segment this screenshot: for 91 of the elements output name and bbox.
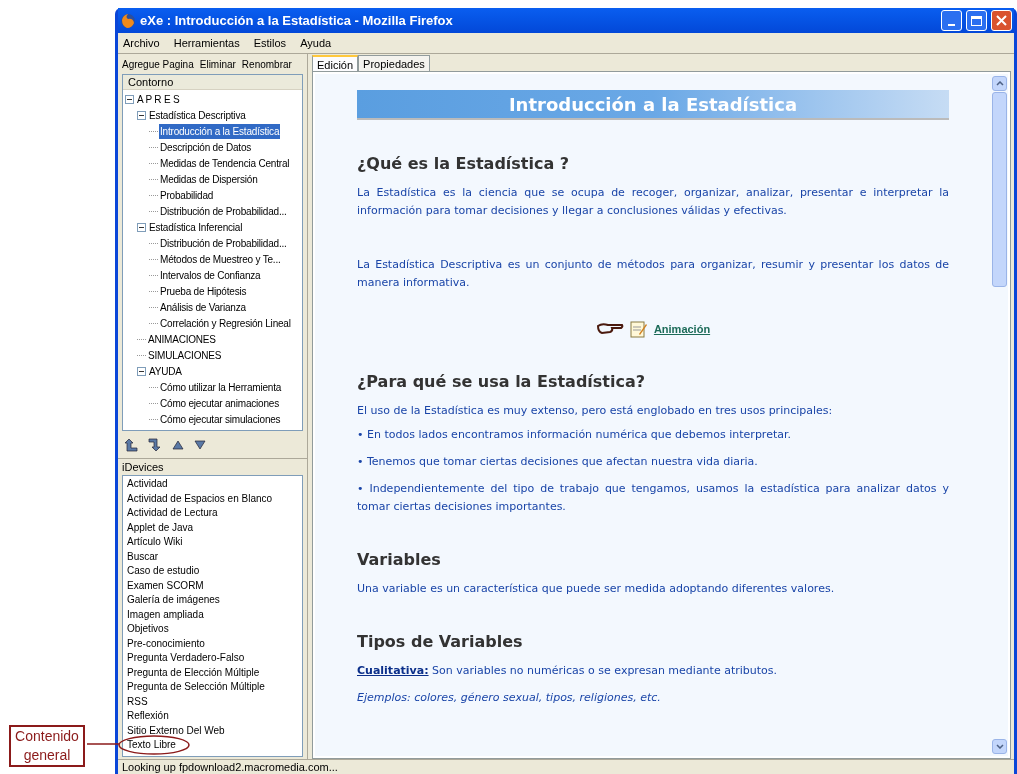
collapse-icon[interactable] bbox=[125, 94, 134, 104]
bullet-item: • En todos lados encontramos información numérica que debemos interpretar. bbox=[357, 427, 792, 443]
leader-line bbox=[86, 743, 120, 745]
tab[interactable]: Edición bbox=[312, 55, 359, 71]
scroll-thumb[interactable] bbox=[992, 92, 1007, 287]
toolbar-button[interactable]: Eliminar bbox=[199, 56, 236, 72]
list-item[interactable]: Objetivos bbox=[127, 622, 298, 637]
list-item[interactable]: Actividad de Lectura bbox=[127, 506, 298, 521]
tree-item[interactable]: Análisis de Varianza bbox=[159, 299, 247, 315]
tree-item[interactable]: Cómo utilizar la Herramienta bbox=[159, 379, 283, 395]
list-item[interactable]: Actividad bbox=[127, 477, 298, 492]
bullet-item: • Independientemente del tipo de trabajo que tengamos, usamos la estadística para analizar datos y tomar ciertas decisiones importantes. bbox=[357, 481, 949, 515]
callout-label: Contenido general bbox=[9, 725, 85, 767]
window-title: eXe : Introducción a la Estadística - Mozilla Firefox bbox=[140, 11, 453, 30]
tree-item[interactable]: ANIMACIONES bbox=[147, 331, 217, 347]
list-item[interactable]: Buscar bbox=[127, 549, 298, 564]
menu-item[interactable]: Herramientas bbox=[173, 34, 240, 52]
tree-item[interactable]: Medidas de Tendencia Central bbox=[159, 155, 291, 171]
tree-item[interactable]: SIMULACIONES bbox=[147, 347, 223, 363]
toolbar-button[interactable]: Renombrar bbox=[241, 56, 292, 72]
highlight-ellipse bbox=[118, 735, 190, 755]
close-icon bbox=[996, 15, 1007, 26]
list-item[interactable]: Pregunta de Selección Múltiple bbox=[127, 680, 298, 695]
tree-item[interactable]: Descripción de Datos bbox=[159, 139, 253, 155]
tree-item[interactable]: Prueba de Hipótesis bbox=[159, 283, 248, 299]
toolbar-button[interactable]: Agregue Pagina bbox=[122, 56, 194, 72]
section-heading: ¿Qué es la Estadística ? bbox=[357, 153, 571, 175]
tree-item[interactable]: Distribución de Probabilidad... bbox=[159, 235, 288, 251]
column-header: Contorno bbox=[123, 75, 302, 90]
section-heading: ¿Para qué se usa la Estadística? bbox=[357, 371, 647, 393]
collapse-icon[interactable] bbox=[137, 110, 146, 120]
list-item[interactable]: Imagen ampliada bbox=[127, 607, 298, 622]
tree-item[interactable]: Introducción a la Estadística bbox=[159, 123, 281, 139]
collapse-icon[interactable] bbox=[137, 366, 146, 376]
list-item[interactable]: Galería de imágenes bbox=[127, 593, 298, 608]
list-item[interactable]: Pre-conocimiento bbox=[127, 636, 298, 651]
paragraph: El uso de la Estadística es muy extenso, pero está englobado en tres usos principales: bbox=[357, 403, 834, 419]
scrollbar[interactable] bbox=[991, 74, 1008, 756]
example-text: Ejemplos: colores, género sexual, tipos, religiones, etc. bbox=[357, 690, 662, 706]
tree-item[interactable]: A P R E S bbox=[136, 91, 181, 107]
paragraph: Una variable es un característica que puede ser medida adoptando diferentes valores. bbox=[357, 581, 836, 597]
section-heading: Variables bbox=[357, 549, 442, 571]
bullet-item: • Tenemos que tomar ciertas decisiones que afectan nuestra vida diaria. bbox=[357, 454, 759, 470]
list-item[interactable]: Pregunta Verdadero-Falso bbox=[127, 651, 298, 666]
tree-item[interactable]: Probabilidad bbox=[159, 187, 215, 203]
tree-item[interactable]: Cómo ejecutar simulaciones bbox=[159, 411, 282, 427]
demote-arrow-icon[interactable] bbox=[148, 437, 162, 452]
status-bar: Looking up fpdownload2.macromedia.com... bbox=[118, 759, 1014, 774]
menu-item[interactable]: Archivo bbox=[123, 34, 160, 52]
menu-item[interactable]: Ayuda bbox=[300, 34, 332, 52]
tree-item[interactable]: Intervalos de Confianza bbox=[159, 267, 262, 283]
list-item[interactable]: Pregunta de Elección Múltiple bbox=[127, 665, 298, 680]
list-item[interactable]: Examen SCORM bbox=[127, 578, 298, 593]
collapse-icon[interactable] bbox=[137, 222, 146, 232]
list-item[interactable]: Reflexión bbox=[127, 709, 298, 724]
tree-item[interactable]: Distribución de Probabilidad... bbox=[159, 203, 288, 219]
close-button[interactable] bbox=[991, 10, 1012, 31]
list-item[interactable]: Sitio Externo Del Web bbox=[127, 723, 298, 738]
tree-item[interactable]: Estadística Inferencial bbox=[148, 219, 244, 235]
scroll-down-icon[interactable] bbox=[995, 744, 1004, 749]
definition-text: Cualitativa: Son variables no numéricas o se expresan mediante atributos. bbox=[357, 663, 779, 679]
list-item[interactable]: RSS bbox=[127, 694, 298, 709]
firefox-icon bbox=[120, 12, 136, 29]
list-item[interactable]: Caso de estudio bbox=[127, 564, 298, 579]
section-label: iDevices bbox=[121, 460, 165, 475]
maximize-button[interactable] bbox=[966, 10, 987, 31]
list-item[interactable]: Artículo Wiki bbox=[127, 535, 298, 550]
list-item[interactable]: Applet de Java bbox=[127, 520, 298, 535]
section-heading: Tipos de Variables bbox=[357, 631, 524, 653]
animation-link[interactable]: Animación bbox=[653, 320, 711, 338]
notepad-icon bbox=[629, 320, 648, 338]
pointing-hand-icon bbox=[595, 322, 624, 336]
list-item[interactable]: Texto Libre bbox=[127, 738, 298, 753]
menu-item[interactable]: Estilos bbox=[253, 34, 287, 52]
paragraph: La Estadística Descriptiva es un conjunto de métodos para organizar, resumir y presentar los datos de manera informativa. bbox=[357, 257, 949, 291]
move-down-icon[interactable] bbox=[194, 439, 206, 450]
move-up-icon[interactable] bbox=[172, 439, 184, 450]
tree-item[interactable]: Métodos de Muestreo y Te... bbox=[159, 251, 282, 267]
tree-item[interactable]: AYUDA bbox=[148, 363, 183, 379]
list-item[interactable]: Actividad de Espacios en Blanco bbox=[127, 491, 298, 506]
term-link[interactable]: Cualitativa: bbox=[357, 664, 429, 677]
promote-arrow-icon[interactable] bbox=[124, 437, 138, 452]
tree-item[interactable]: Cómo ejecutar animaciones bbox=[159, 395, 280, 411]
tree-item[interactable]: Medidas de Dispersión bbox=[159, 171, 259, 187]
tree-item[interactable]: Estadística Descriptiva bbox=[148, 107, 247, 123]
page-title-banner: Introducción a la Estadística bbox=[357, 90, 949, 120]
minimize-button[interactable] bbox=[941, 10, 962, 31]
paragraph: La Estadística es la ciencia que se ocupa de recoger, organizar, analizar, presentar e interpretar la información para tomar decisiones y llegar a conclusiones válidas y efectivas. bbox=[357, 185, 949, 219]
tab[interactable]: Propiedades bbox=[358, 55, 430, 71]
tree-item[interactable]: Correlación y Regresión Lineal bbox=[159, 315, 292, 331]
scroll-up-icon[interactable] bbox=[995, 81, 1004, 86]
